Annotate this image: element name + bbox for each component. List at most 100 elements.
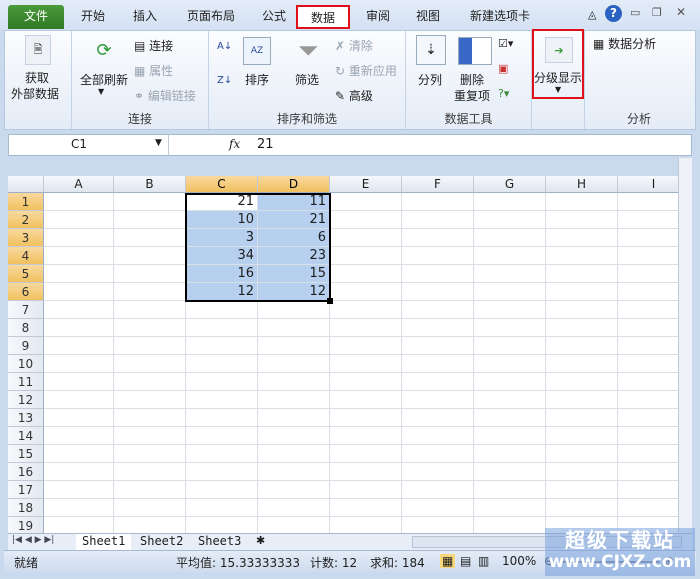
cell-I18[interactable] bbox=[618, 499, 678, 517]
cell-F4[interactable] bbox=[402, 247, 474, 265]
cell-G10[interactable] bbox=[474, 355, 546, 373]
column-header-G[interactable]: G bbox=[474, 176, 546, 193]
sheet-tab-sheet1[interactable]: Sheet1 bbox=[76, 534, 132, 550]
cell-E16[interactable] bbox=[330, 463, 402, 481]
cell-G14[interactable] bbox=[474, 427, 546, 445]
connections-button[interactable]: ▤ 连接 bbox=[134, 37, 173, 54]
cell-D10[interactable] bbox=[258, 355, 330, 373]
cell-C13[interactable] bbox=[186, 409, 258, 427]
cell-G3[interactable] bbox=[474, 229, 546, 247]
text-to-columns-button[interactable]: 分列 bbox=[418, 71, 442, 88]
cell-D13[interactable] bbox=[258, 409, 330, 427]
cell-C5[interactable]: 16 bbox=[186, 265, 258, 283]
cell-F9[interactable] bbox=[402, 337, 474, 355]
row-header-9[interactable]: 9 bbox=[8, 337, 44, 355]
cell-H3[interactable] bbox=[546, 229, 618, 247]
cell-G1[interactable] bbox=[474, 193, 546, 211]
cell-F10[interactable] bbox=[402, 355, 474, 373]
cell-E19[interactable] bbox=[330, 517, 402, 534]
row-header-13[interactable]: 13 bbox=[8, 409, 44, 427]
cell-B6[interactable] bbox=[114, 283, 186, 301]
help-icon[interactable]: ? bbox=[605, 5, 622, 22]
cell-F17[interactable] bbox=[402, 481, 474, 499]
cell-B18[interactable] bbox=[114, 499, 186, 517]
page-layout-view-icon[interactable]: ▤ bbox=[460, 554, 471, 568]
cell-I14[interactable] bbox=[618, 427, 678, 445]
cell-G6[interactable] bbox=[474, 283, 546, 301]
cell-F6[interactable] bbox=[402, 283, 474, 301]
cell-I10[interactable] bbox=[618, 355, 678, 373]
tab-new[interactable]: 新建选项卡 bbox=[460, 5, 540, 29]
sort-za-icon[interactable]: Z↓ bbox=[217, 75, 232, 86]
cell-B12[interactable] bbox=[114, 391, 186, 409]
filter-button[interactable]: 筛选 bbox=[295, 71, 319, 88]
remove-dup-label2[interactable]: 重复项 bbox=[454, 87, 490, 104]
select-all-corner[interactable] bbox=[8, 176, 44, 193]
tab-page-layout[interactable]: 页面布局 bbox=[178, 5, 244, 29]
cell-G5[interactable] bbox=[474, 265, 546, 283]
cell-H15[interactable] bbox=[546, 445, 618, 463]
cell-A11[interactable] bbox=[44, 373, 114, 391]
clear-button[interactable]: ✗ 清除 bbox=[335, 37, 373, 54]
cell-G9[interactable] bbox=[474, 337, 546, 355]
advanced-button[interactable]: ✎ 高级 bbox=[335, 87, 373, 104]
cell-A17[interactable] bbox=[44, 481, 114, 499]
cell-E8[interactable] bbox=[330, 319, 402, 337]
column-header-F[interactable]: F bbox=[402, 176, 474, 193]
cell-B8[interactable] bbox=[114, 319, 186, 337]
cell-C14[interactable] bbox=[186, 427, 258, 445]
cell-B16[interactable] bbox=[114, 463, 186, 481]
cell-H11[interactable] bbox=[546, 373, 618, 391]
minimize-icon[interactable]: ▭ bbox=[630, 6, 640, 19]
cell-F13[interactable] bbox=[402, 409, 474, 427]
cell-B7[interactable] bbox=[114, 301, 186, 319]
cell-G17[interactable] bbox=[474, 481, 546, 499]
cell-D14[interactable] bbox=[258, 427, 330, 445]
cell-D19[interactable] bbox=[258, 517, 330, 534]
close-icon[interactable]: ✕ bbox=[676, 5, 686, 19]
cell-A18[interactable] bbox=[44, 499, 114, 517]
cell-D18[interactable] bbox=[258, 499, 330, 517]
cell-C19[interactable] bbox=[186, 517, 258, 534]
row-header-2[interactable]: 2 bbox=[8, 211, 44, 229]
edit-links-button[interactable]: ⚭ 编辑链接 bbox=[134, 87, 196, 104]
tab-home[interactable]: 开始 bbox=[70, 5, 116, 29]
cell-B19[interactable] bbox=[114, 517, 186, 534]
sort-button[interactable]: 排序 bbox=[245, 71, 269, 88]
cell-C2[interactable]: 10 bbox=[186, 211, 258, 229]
cell-I2[interactable] bbox=[618, 211, 678, 229]
cell-B1[interactable] bbox=[114, 193, 186, 211]
cell-D17[interactable] bbox=[258, 481, 330, 499]
cell-I17[interactable] bbox=[618, 481, 678, 499]
cell-G7[interactable] bbox=[474, 301, 546, 319]
row-header-12[interactable]: 12 bbox=[8, 391, 44, 409]
cell-G8[interactable] bbox=[474, 319, 546, 337]
cell-A5[interactable] bbox=[44, 265, 114, 283]
row-header-5[interactable]: 5 bbox=[8, 265, 44, 283]
tab-review[interactable]: 审阅 bbox=[356, 5, 400, 29]
chevron-down-icon[interactable]: ▼ bbox=[155, 138, 162, 148]
cell-F5[interactable] bbox=[402, 265, 474, 283]
cell-I7[interactable] bbox=[618, 301, 678, 319]
cell-F16[interactable] bbox=[402, 463, 474, 481]
cell-C15[interactable] bbox=[186, 445, 258, 463]
cell-H13[interactable] bbox=[546, 409, 618, 427]
cell-D9[interactable] bbox=[258, 337, 330, 355]
cell-E18[interactable] bbox=[330, 499, 402, 517]
normal-view-icon[interactable]: ▦ bbox=[440, 554, 456, 568]
cell-A12[interactable] bbox=[44, 391, 114, 409]
cell-F2[interactable] bbox=[402, 211, 474, 229]
cell-G2[interactable] bbox=[474, 211, 546, 229]
cell-H10[interactable] bbox=[546, 355, 618, 373]
chevron-down-icon[interactable]: ▼ bbox=[98, 87, 104, 96]
cell-F18[interactable] bbox=[402, 499, 474, 517]
cell-B10[interactable] bbox=[114, 355, 186, 373]
row-header-18[interactable]: 18 bbox=[8, 499, 44, 517]
cell-I8[interactable] bbox=[618, 319, 678, 337]
cell-D8[interactable] bbox=[258, 319, 330, 337]
cell-F14[interactable] bbox=[402, 427, 474, 445]
row-header-3[interactable]: 3 bbox=[8, 229, 44, 247]
cell-I11[interactable] bbox=[618, 373, 678, 391]
column-header-H[interactable]: H bbox=[546, 176, 618, 193]
fx-icon[interactable]: fx bbox=[229, 137, 240, 151]
